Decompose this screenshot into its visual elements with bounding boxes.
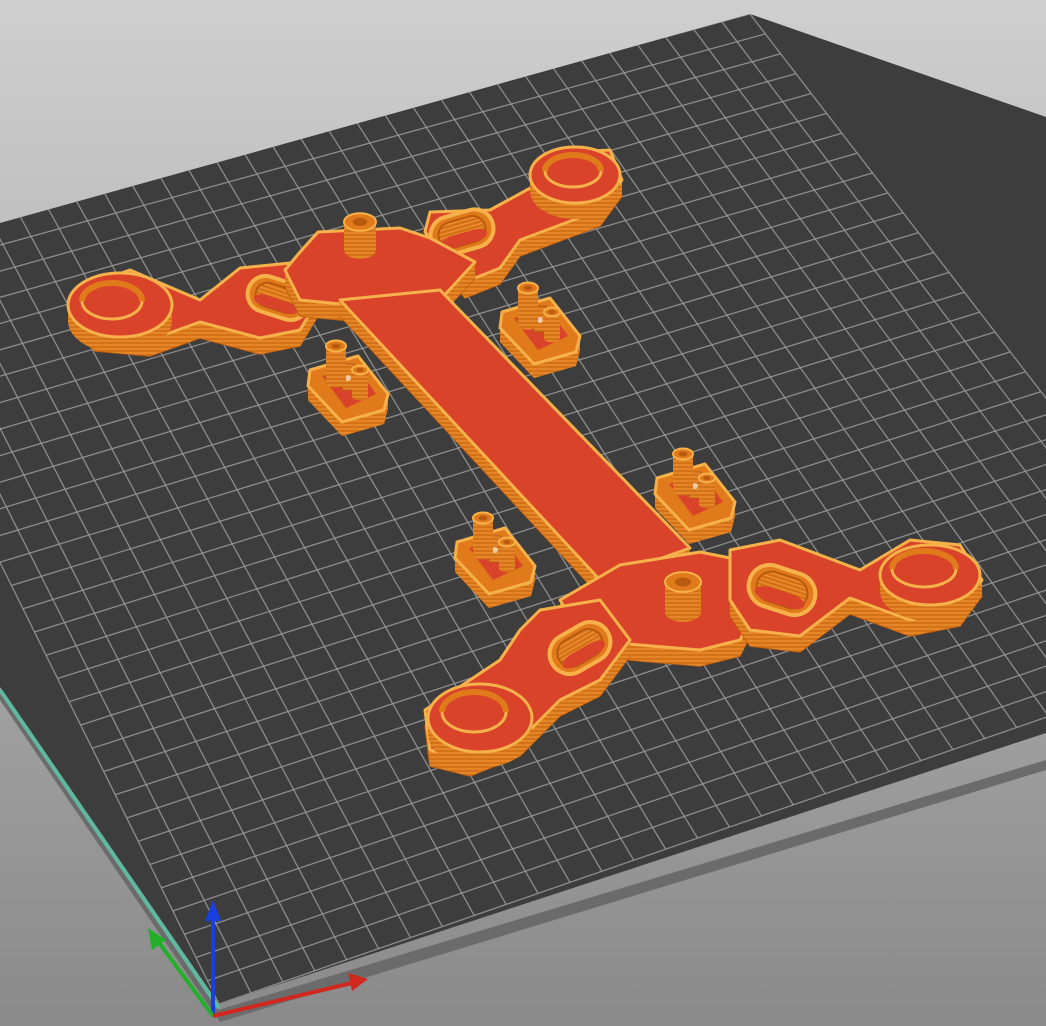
top-crossbar-boss[interactable] bbox=[343, 212, 377, 259]
top-crossbar-boss-base bbox=[344, 241, 376, 259]
snap-clip-1-tab-right[interactable] bbox=[351, 364, 369, 401]
snap-clip-2-tab-right[interactable] bbox=[543, 306, 561, 343]
snap-clip-2-tab-left-base bbox=[518, 318, 538, 330]
snap-clip-2-tab-left[interactable] bbox=[517, 281, 539, 330]
snap-clip-2-tab-right-hole bbox=[548, 310, 556, 314]
arm-lower-right-pad[interactable] bbox=[878, 543, 982, 621]
bottom-crossbar-boss-hole bbox=[674, 577, 692, 587]
arm-upper-right-pad[interactable] bbox=[528, 145, 622, 219]
snap-clip-4-tab-right-hole bbox=[503, 540, 511, 544]
arm-lower-left-pad[interactable] bbox=[426, 682, 534, 768]
snap-clip-1-tab-left-hole bbox=[331, 343, 341, 349]
snap-clip-3-tab-left-hole bbox=[678, 451, 688, 457]
3d-viewport[interactable] bbox=[0, 0, 1046, 1026]
snap-clip-1-tab-right-base bbox=[352, 391, 368, 401]
bottom-crossbar-boss-base bbox=[665, 602, 701, 622]
snap-clip-1-tab-left[interactable] bbox=[325, 339, 347, 388]
snap-clip-4-tab-left-base bbox=[473, 548, 493, 560]
bottom-crossbar-boss[interactable] bbox=[664, 571, 702, 622]
snap-clip-2-tab-left-hole bbox=[523, 285, 533, 291]
snap-clip-4-tab-right[interactable] bbox=[498, 536, 516, 573]
snap-clip-4-tab-left-hole bbox=[478, 515, 488, 521]
snap-clip-3-tab-right-hole bbox=[703, 476, 711, 480]
3d-scene[interactable] bbox=[0, 0, 1046, 1026]
snap-clip-3-tab-left-base bbox=[673, 484, 693, 496]
snap-clip-3-tab-left[interactable] bbox=[672, 447, 694, 496]
snap-clip-2-tab-right-base bbox=[544, 333, 560, 343]
snap-clip-3-tab-right-base bbox=[699, 499, 715, 509]
snap-clip-1-tab-left-base bbox=[326, 376, 346, 388]
snap-clip-4-tab-left[interactable] bbox=[472, 511, 494, 560]
snap-clip-3-tab-right[interactable] bbox=[698, 472, 716, 509]
snap-clip-1-tab-right-hole bbox=[356, 368, 364, 372]
top-crossbar-boss-hole bbox=[352, 218, 368, 226]
arm-upper-left-pad[interactable] bbox=[66, 271, 174, 353]
snap-clip-4-tab-right-base bbox=[499, 563, 515, 573]
